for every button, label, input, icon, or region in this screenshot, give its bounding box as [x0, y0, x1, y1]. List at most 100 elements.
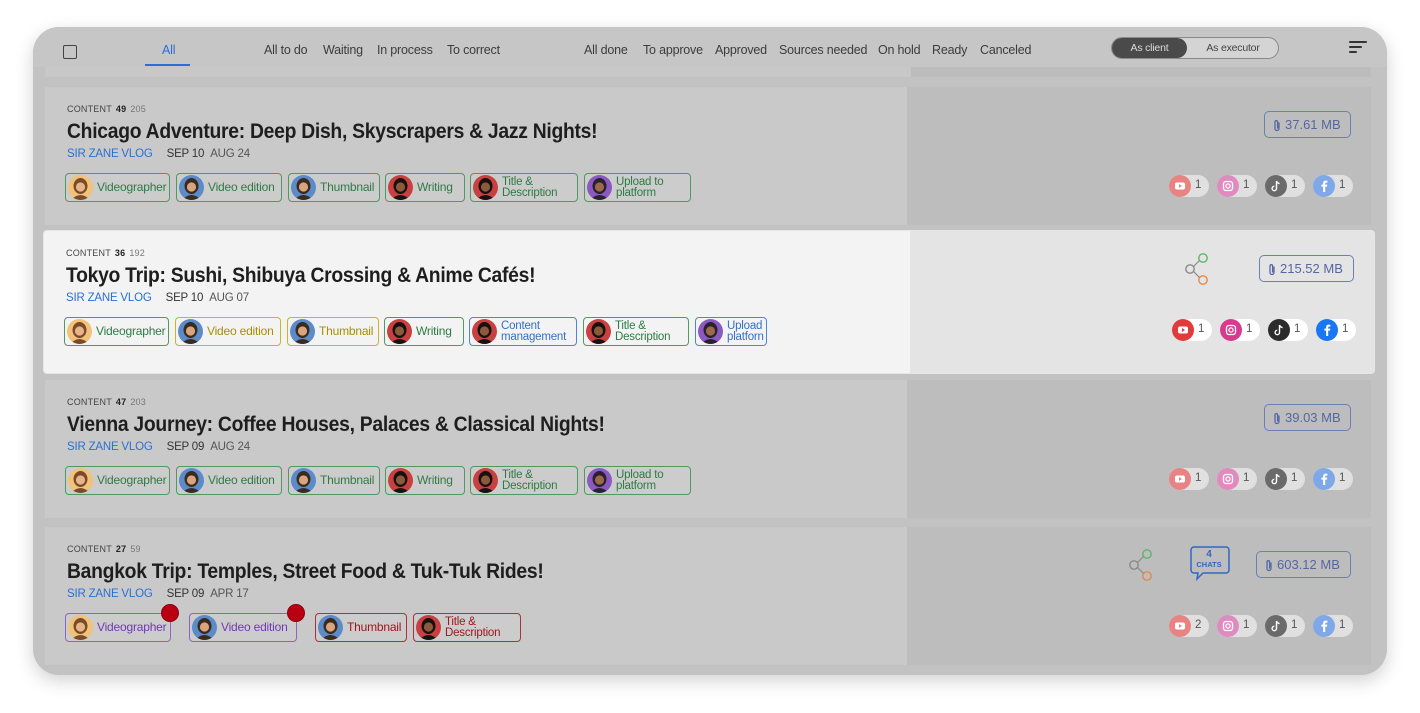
task-tag-videographer[interactable]: Videographer: [65, 173, 170, 202]
attachments-button[interactable]: 39.03 MB: [1264, 404, 1351, 431]
youtube-platform[interactable]: 1: [1169, 468, 1209, 490]
facebook-platform[interactable]: 1: [1316, 319, 1356, 341]
task-tag-title-description[interactable]: Title & Description: [413, 613, 521, 642]
instagram-count: 1: [1246, 323, 1253, 335]
filter-tab-all-done[interactable]: All done: [584, 43, 628, 57]
select-all-checkbox[interactable]: [63, 45, 77, 59]
task-tag-upload-to-platform[interactable]: Upload to platform: [584, 466, 691, 495]
filter-tab-canceled[interactable]: Canceled: [980, 43, 1031, 57]
tiktok-platform[interactable]: 1: [1265, 175, 1305, 197]
instagram-platform[interactable]: 1: [1220, 319, 1260, 341]
content-card[interactable]: CONTENT 36 192 Tokyo Trip: Sushi, Shibuya C…: [44, 231, 1374, 373]
task-tag-label: Thumbnail: [320, 473, 375, 487]
instagram-platform[interactable]: 1: [1217, 615, 1257, 637]
task-tag-title-description[interactable]: Title & Description: [583, 317, 689, 346]
attachments-button[interactable]: 603.12 MB: [1256, 551, 1351, 578]
filter-tab-to-correct[interactable]: To correct: [447, 43, 500, 57]
filter-tab-to-approve[interactable]: To approve: [643, 43, 703, 57]
card-side-panel: [910, 231, 1374, 373]
tiktok-platform[interactable]: 1: [1265, 615, 1305, 637]
youtube-platform[interactable]: 2: [1169, 615, 1209, 637]
card-title[interactable]: Tokyo Trip: Sushi, Shibuya Crossing & An…: [66, 264, 536, 288]
facebook-platform[interactable]: 1: [1313, 468, 1353, 490]
content-card[interactable]: CONTENT 47 203 Vienna Journey: Coffee House…: [45, 380, 1371, 518]
share-icon[interactable]: [1126, 547, 1156, 583]
youtube-platform[interactable]: 1: [1169, 175, 1209, 197]
content-card[interactable]: CONTENT 27 59 Bangkok Trip: Temples, Street…: [45, 527, 1371, 665]
filter-tab-sources-needed[interactable]: Sources needed: [779, 43, 867, 57]
avatar: [586, 319, 611, 344]
social-platforms: 1 1 1 1: [1161, 468, 1353, 490]
task-tag-label: Video edition: [207, 324, 274, 338]
task-tag-content-management[interactable]: Content management: [469, 317, 577, 346]
card-title[interactable]: Bangkok Trip: Temples, Street Food & Tuk…: [67, 560, 544, 584]
task-tag-upload-to-platform[interactable]: Upload to platform: [584, 173, 691, 202]
facebook-platform[interactable]: 1: [1313, 615, 1353, 637]
task-tag-upload-platforn[interactable]: Upload platforn: [695, 317, 767, 346]
channel-name[interactable]: SIR ZANE VLOG: [67, 148, 153, 160]
sort-icon[interactable]: [1349, 41, 1367, 55]
share-icon[interactable]: [1182, 251, 1212, 287]
task-tag-videographer[interactable]: Videographer: [65, 604, 179, 642]
card-meta: CONTENT 47 203: [67, 397, 146, 407]
content-type-label: CONTENT: [67, 397, 112, 407]
as-executor-option[interactable]: As executor: [1190, 38, 1276, 58]
attachments-button[interactable]: 37.61 MB: [1264, 111, 1351, 138]
channel-name[interactable]: SIR ZANE VLOG: [67, 588, 153, 600]
task-tag-writing[interactable]: Writing: [385, 466, 465, 495]
task-tag-videographer[interactable]: Videographer: [64, 317, 169, 346]
channel-name[interactable]: SIR ZANE VLOG: [66, 292, 152, 304]
card-title[interactable]: Vienna Journey: Coffee Houses, Palaces &…: [67, 413, 605, 437]
task-tag-label: Videographer: [97, 473, 167, 487]
card-title[interactable]: Chicago Adventure: Deep Dish, Skyscraper…: [67, 120, 598, 144]
filter-tab-all[interactable]: All: [162, 43, 176, 57]
avatar: [291, 175, 316, 200]
youtube-count: 1: [1195, 472, 1202, 484]
filter-tab-in-process[interactable]: In process: [377, 43, 433, 57]
task-tag-video-edition[interactable]: Video edition: [189, 604, 305, 642]
channel-name[interactable]: SIR ZANE VLOG: [67, 441, 153, 453]
task-tag-label: Writing: [416, 324, 452, 338]
card-meta: CONTENT 36 192: [66, 248, 145, 258]
task-tag-title-description[interactable]: Title & Description: [470, 173, 578, 202]
tiktok-platform[interactable]: 1: [1265, 468, 1305, 490]
task-tag-label: Thumbnail: [319, 324, 374, 338]
task-tag-title-description[interactable]: Title & Description: [470, 466, 578, 495]
task-tag-label-line2: Description: [502, 480, 558, 492]
task-tag-label: Writing: [417, 180, 453, 194]
task-tag-writing[interactable]: Writing: [384, 317, 464, 346]
facebook-platform[interactable]: 1: [1313, 175, 1353, 197]
avatar: [179, 175, 204, 200]
as-client-option[interactable]: As client: [1112, 38, 1187, 58]
filter-tab-ready[interactable]: Ready: [932, 43, 967, 57]
youtube-platform[interactable]: 1: [1172, 319, 1212, 341]
tiktok-platform[interactable]: 1: [1268, 319, 1308, 341]
task-tag-thumbnail[interactable]: Thumbnail: [288, 466, 380, 495]
task-tag-video-edition[interactable]: Video edition: [176, 173, 282, 202]
task-tag-videographer[interactable]: Videographer: [65, 466, 170, 495]
instagram-count: 1: [1243, 179, 1250, 191]
task-tag-video-edition[interactable]: Video edition: [176, 466, 282, 495]
instagram-platform[interactable]: 1: [1217, 468, 1257, 490]
task-tag-thumbnail[interactable]: Thumbnail: [315, 613, 407, 642]
filter-tab-all-to-do[interactable]: All to do: [264, 43, 308, 57]
task-tag-label: Videographer: [97, 180, 167, 194]
filter-tab-on-hold[interactable]: On hold: [878, 43, 921, 57]
task-tag-thumbnail[interactable]: Thumbnail: [287, 317, 379, 346]
due-date: SEP 09: [166, 441, 205, 453]
task-tag-writing[interactable]: Writing: [385, 173, 465, 202]
attachments-size: 39.03 MB: [1285, 410, 1341, 425]
instagram-icon: [1217, 615, 1239, 637]
filter-tab-approved[interactable]: Approved: [715, 43, 767, 57]
chat-bubble-icon[interactable]: 4 CHATS: [1189, 545, 1231, 581]
filter-tab-waiting[interactable]: Waiting: [323, 43, 363, 57]
attachments-button[interactable]: 215.52 MB: [1259, 255, 1354, 282]
due-date: SEP 10: [166, 148, 205, 160]
instagram-platform[interactable]: 1: [1217, 175, 1257, 197]
task-tag-video-edition[interactable]: Video edition: [175, 317, 281, 346]
instagram-count: 1: [1243, 472, 1250, 484]
task-tag-thumbnail[interactable]: Thumbnail: [288, 173, 380, 202]
content-card[interactable]: CONTENT 49 205 Chicago Adventure: Deep Dish…: [45, 87, 1371, 225]
task-tag-label: Thumbnail: [347, 620, 402, 634]
content-type-label: CONTENT: [67, 104, 112, 114]
